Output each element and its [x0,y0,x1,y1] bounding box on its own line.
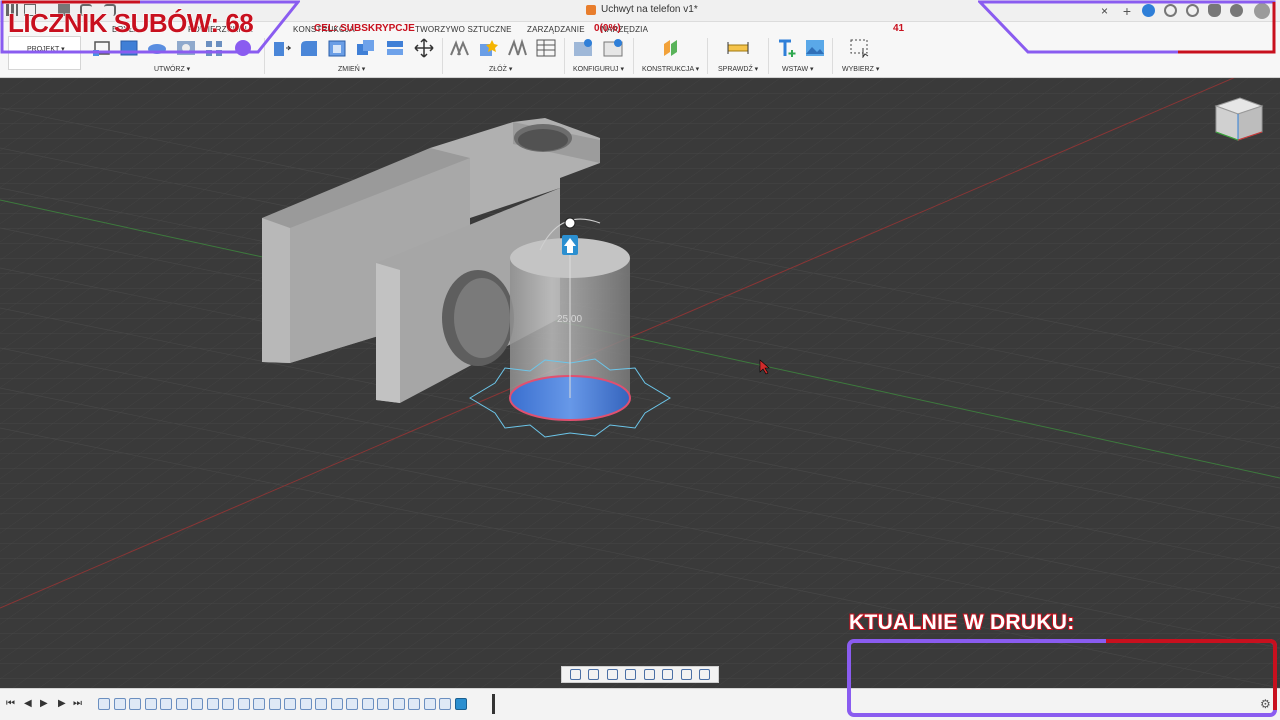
tab-tworzywo-sztuczne[interactable]: TWORZYWO SZTUCZNE [415,25,512,34]
timeline-next-button[interactable]: ▶ [58,698,66,709]
canvas-drawing [0,78,1280,688]
new-component-icon[interactable] [449,38,471,58]
fillet-icon[interactable] [298,38,320,58]
separator [442,38,443,74]
goal-percent: 0(0%) [594,23,621,34]
separator [564,38,565,74]
timeline-feature-item[interactable] [315,698,327,710]
configure-parameters-icon[interactable] [572,38,594,58]
view-cube[interactable] [1214,97,1264,141]
offset-plane-icon[interactable] [660,38,682,58]
timeline-feature-item[interactable] [377,698,389,710]
display-settings-icon[interactable] [662,669,674,680]
extrude-arrow-manipulator[interactable] [562,235,578,255]
subscriber-counter: LICZNIK SUBÓW: 68 [7,8,254,39]
timeline-marker[interactable] [492,694,495,714]
as-built-joint-icon[interactable] [506,38,528,58]
timeline-feature-item[interactable] [175,698,188,710]
group-wybierz[interactable]: WYBIERZ ▾ [842,65,879,73]
document-title: Uchwyt na telefon v1* [601,4,698,15]
separator [633,38,634,74]
separator [768,38,769,74]
timeline-feature-item[interactable] [206,698,219,710]
joint-icon[interactable] [477,38,499,58]
goal-label: CEL: SUBSKRYPCJE [314,23,415,34]
fit-icon[interactable] [643,669,655,680]
combine-icon[interactable] [355,38,377,58]
timeline-feature-item[interactable] [361,698,374,710]
split-body-icon[interactable] [384,38,406,58]
window-select-icon[interactable] [849,38,871,58]
overlay-frame-bottom-right [847,639,1277,717]
separator [707,38,708,74]
orbit-icon[interactable] [569,669,581,680]
look-at-icon[interactable] [588,669,600,680]
insert-derive-icon[interactable] [776,38,798,58]
timeline-feature-item[interactable] [237,698,250,710]
timeline-feature-item[interactable] [284,698,296,710]
timeline-feature-item[interactable] [160,698,172,710]
timeline-feature-item[interactable] [330,698,343,710]
timeline-feature-item[interactable] [253,698,265,710]
timeline-feature-item[interactable] [423,698,436,710]
viewports-icon[interactable] [699,669,711,680]
document-tab[interactable]: Uchwyt na telefon v1* [586,4,698,15]
goal-number: 41 [893,23,905,34]
timeline-feature-item[interactable] [98,698,110,710]
timeline-feature-item[interactable] [454,698,467,710]
timeline-feature-item[interactable] [144,698,157,710]
timeline-feature-item[interactable] [191,698,203,710]
timeline-feature-item[interactable] [268,698,281,710]
canvas-viewport[interactable]: 25.00 [0,78,1280,688]
measure-icon[interactable] [727,38,749,58]
group-wstaw[interactable]: WSTAW ▾ [782,65,814,73]
fusion-app-window: Uchwyt na telefon v1* × + BRYŁA POWIERZC… [0,0,1280,720]
timeline-feature-item[interactable] [299,698,312,710]
timeline-feature-item[interactable] [222,698,234,710]
navigation-bar [561,666,719,683]
timeline-prev-button[interactable]: ◀ [24,698,32,709]
rotation-manipulator[interactable] [564,217,576,229]
timeline-feature-item[interactable] [346,698,358,710]
timeline-play-button[interactable]: ▶ [40,698,48,709]
group-zmien[interactable]: ZMIEŃ ▾ [338,65,365,73]
zoom-icon[interactable] [625,669,637,680]
timeline-last-button[interactable]: ⏭ [73,698,82,709]
overlay-frame-top-right [978,0,1276,54]
timeline-feature-item[interactable] [439,698,451,710]
group-sprawdz[interactable]: SPRAWDŹ ▾ [718,65,758,73]
timeline-feature-item[interactable] [113,698,126,710]
document-icon [586,4,596,15]
timeline-feature-item[interactable] [129,698,141,710]
tab-zarzadzanie[interactable]: ZARZĄDZANIE [527,25,585,34]
timeline-feature-item[interactable] [408,698,420,710]
insert-canvas-icon[interactable] [804,38,826,58]
dimension-label[interactable]: 25.00 [557,314,582,325]
pan-icon[interactable] [606,669,618,680]
timeline-feature-item[interactable] [392,698,405,710]
now-printing-label: KTUALNIE W DRUKU: [848,610,1075,635]
group-utworz[interactable]: UTWÓRZ ▾ [154,65,190,73]
group-zloz[interactable]: ZŁÓŻ ▾ [489,65,512,73]
shell-icon[interactable] [326,38,348,58]
group-konstrukcja[interactable]: KONSTRUKCJA ▾ [642,65,699,73]
separator [832,38,833,74]
timeline-first-button[interactable]: ⏮ [6,698,15,709]
grid-settings-icon[interactable] [680,669,692,680]
group-konfiguruj[interactable]: KONFIGURUJ ▾ [573,65,624,73]
table-icon[interactable] [535,38,557,58]
move-copy-icon[interactable] [413,38,435,58]
configure-table-icon[interactable] [602,38,624,58]
